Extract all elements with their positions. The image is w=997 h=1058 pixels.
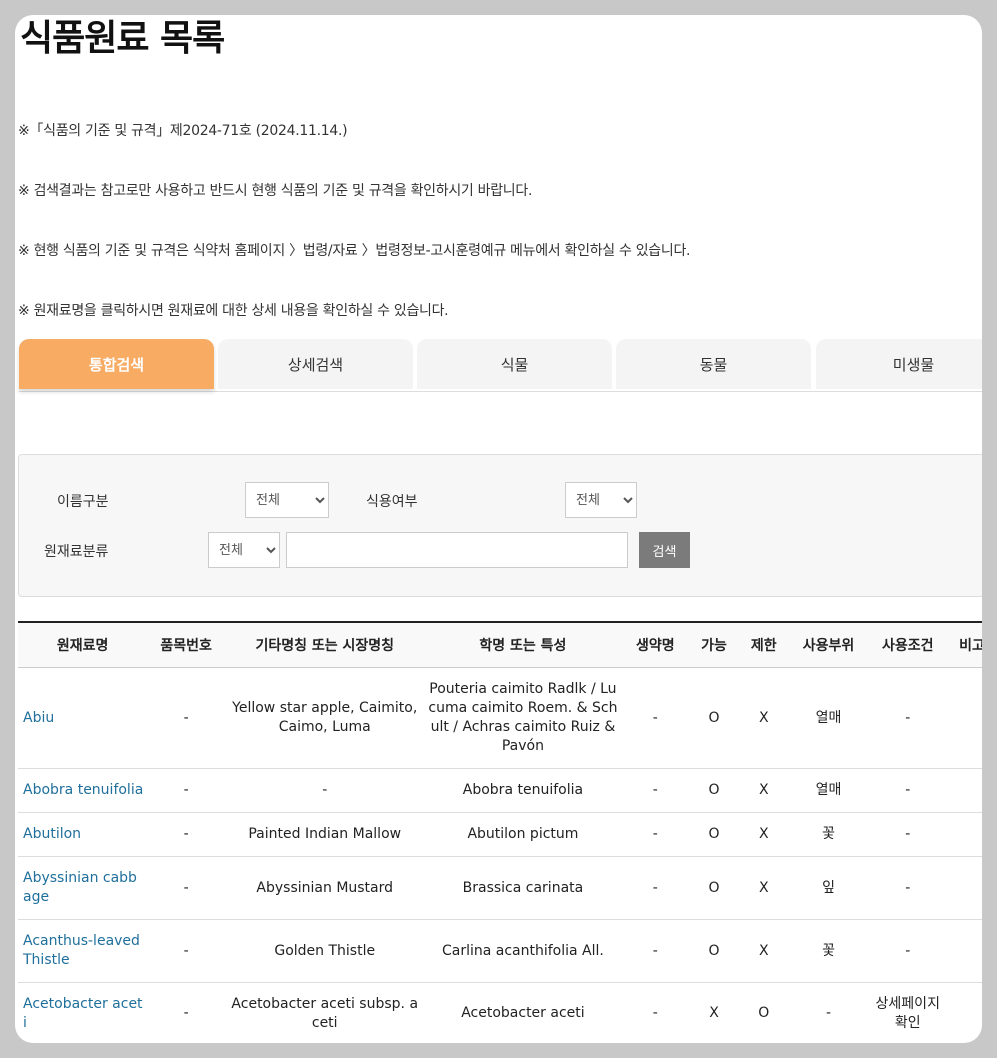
table-cell: 잎 [788,856,869,920]
table-row: Abobra tenuifolia - - Abobra tenuifolia … [18,768,982,813]
table-row: Abyssinian cabbage - Abyssinian Mustard … [18,856,982,920]
table-cell [947,812,982,857]
col-scientific-name[interactable]: 학명 또는 특성 [424,621,622,668]
table-cell: O [738,982,789,1043]
col-conditions[interactable]: 사용조건 [868,621,948,668]
table-cell: Carlina acanthifolia All. [424,919,622,983]
name-type-label: 이름구분 [57,494,109,510]
tab-integrated-search[interactable]: 통합검색 [19,339,214,389]
table-cell: O [689,667,739,769]
col-ingredient-name[interactable]: 원재료명 [18,621,148,668]
table-cell: - [147,856,226,920]
table-cell: - [621,812,690,857]
table-cell: Abobra tenuifolia [424,768,622,813]
ingredient-link[interactable]: Abiu [18,667,148,769]
table-cell: Brassica carinata [424,856,622,920]
table-row: Acanthus-leaved Thistle - Golden Thistle… [18,919,982,983]
ingredient-link[interactable]: Abyssinian cabbage [18,856,148,920]
table-cell: 열매 [788,768,869,813]
table-row: Abiu - Yellow star apple, Caimito, Caimo… [18,667,982,769]
table-cell [947,768,982,813]
category-select[interactable]: 전체 [208,532,280,568]
ingredient-link[interactable]: Abobra tenuifolia [18,768,148,813]
table-cell: - [147,768,226,813]
table-cell: X [738,812,789,857]
table-cell: Pouteria caimito Radlk / Lucuma caimito … [424,667,622,769]
ingredient-link[interactable]: Acetobacter aceti [18,982,148,1043]
col-other-names[interactable]: 기타명칭 또는 시장명칭 [225,621,425,668]
table-cell: - [147,982,226,1043]
col-restricted[interactable]: 제한 [738,621,789,668]
table-cell: - [868,856,948,920]
table-cell: Abyssinian Mustard [225,856,425,920]
tab-microorganisms[interactable]: 미생물 [816,339,982,389]
table-row: Acetobacter aceti - Acetobacter aceti su… [18,982,982,1043]
table-row: Abutilon - Painted Indian Mallow Abutilo… [18,812,982,857]
edible-label: 식용여부 [366,494,418,510]
col-allowed[interactable]: 가능 [689,621,739,668]
table-cell: - [868,768,948,813]
table-cell: - [621,768,690,813]
table-cell: - [868,812,948,857]
table-cell: Acetobacter aceti subsp. aceti [225,982,425,1043]
table-cell [947,982,982,1043]
ingredient-link[interactable]: Acanthus-leaved Thistle [18,919,148,983]
table-cell: - [147,919,226,983]
table-cell: - [621,667,690,769]
table-cell: 꽃 [788,812,869,857]
table-cell: - [868,667,948,769]
tab-animals[interactable]: 동물 [616,339,811,389]
page-title: 식품원료 목록 [20,18,225,59]
edible-select[interactable]: 전체 [565,482,637,518]
table-cell: - [788,982,869,1043]
table-cell: - [621,982,690,1043]
col-remarks[interactable]: 비고 [947,621,982,668]
table-cell: Abutilon pictum [424,812,622,857]
table-cell: O [689,856,739,920]
notice-location: ※ 현행 식품의 기준 및 규격은 식약처 홈페이지 〉법령/자료 〉법령정보-… [18,243,691,259]
tab-plants[interactable]: 식물 [417,339,612,389]
tab-detailed-search[interactable]: 상세검색 [218,339,413,389]
table-cell [947,667,982,769]
table-cell: O [689,812,739,857]
table-cell: X [738,768,789,813]
table-cell: Yellow star apple, Caimito, Caimo, Luma [225,667,425,769]
search-tabs: 통합검색 상세검색 식물 동물 미생물 [19,339,982,392]
notice-reference: ※ 검색결과는 참고로만 사용하고 반드시 현행 식품의 기준 및 규격을 확인… [18,183,533,199]
table-cell: 상세페이지 확인 [868,982,948,1043]
col-parts-used[interactable]: 사용부위 [788,621,869,668]
table-cell: - [225,768,425,813]
table-cell: - [147,667,226,769]
ingredient-link[interactable]: Abutilon [18,812,148,857]
table-cell: X [738,667,789,769]
ingredients-table: 원재료명 품목번호 기타명칭 또는 시장명칭 학명 또는 특성 생약명 가능 제… [18,621,982,1043]
category-label: 원재료분류 [44,544,109,560]
content-card: 식품원료 목록 ※「식품의 기준 및 규격」제2024-71호 (2024.11… [15,15,982,1043]
table-cell: O [689,768,739,813]
table-cell [947,856,982,920]
notice-standard: ※「식품의 기준 및 규격」제2024-71호 (2024.11.14.) [18,123,348,139]
table-cell: - [621,856,690,920]
search-panel: 이름구분 전체 식용여부 전체 원재료분류 전체 검색 [18,454,982,597]
search-button[interactable]: 검색 [639,532,690,568]
table-cell: X [738,919,789,983]
notice-click: ※ 원재료명을 클릭하시면 원재료에 대한 상세 내용을 확인하실 수 있습니다… [18,303,449,319]
name-type-select[interactable]: 전체 [245,482,329,518]
col-herbal-name[interactable]: 생약명 [621,621,690,668]
table-cell: 꽃 [788,919,869,983]
col-item-number[interactable]: 품목번호 [147,621,226,668]
table-cell: - [868,919,948,983]
table-cell: Acetobacter aceti [424,982,622,1043]
table-cell: 열매 [788,667,869,769]
table-cell: Golden Thistle [225,919,425,983]
table-cell [947,919,982,983]
table-cell: - [147,812,226,857]
table-cell: X [689,982,739,1043]
table-header-row: 원재료명 품목번호 기타명칭 또는 시장명칭 학명 또는 특성 생약명 가능 제… [18,621,982,668]
table-cell: O [689,919,739,983]
keyword-input[interactable] [286,532,628,568]
table-cell: Painted Indian Mallow [225,812,425,857]
table-cell: X [738,856,789,920]
table-cell: - [621,919,690,983]
